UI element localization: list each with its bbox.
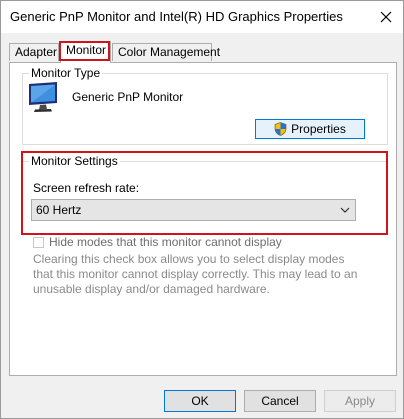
refresh-rate-select[interactable]: 60 Hertz xyxy=(31,199,356,221)
ok-button[interactable]: OK xyxy=(164,390,236,412)
apply-button[interactable]: Apply xyxy=(324,390,396,412)
monitor-settings-label: Monitor Settings xyxy=(29,154,120,168)
hide-modes-row: Hide modes that this monitor cannot disp… xyxy=(33,235,282,249)
title-bar: Generic PnP Monitor and Intel(R) HD Grap… xyxy=(1,1,403,33)
shield-icon xyxy=(274,122,287,136)
monitor-type-label: Monitor Type xyxy=(29,66,103,80)
monitor-settings-group: Monitor Settings xyxy=(22,154,388,234)
hide-modes-label: Hide modes that this monitor cannot disp… xyxy=(49,235,282,249)
refresh-rate-label: Screen refresh rate: xyxy=(33,181,140,195)
properties-dialog: Generic PnP Monitor and Intel(R) HD Grap… xyxy=(0,0,404,419)
hide-modes-checkbox[interactable] xyxy=(33,236,44,248)
properties-button[interactable]: Properties xyxy=(255,119,365,139)
close-icon xyxy=(380,11,392,23)
hide-modes-description: Clearing this check box allows you to se… xyxy=(33,252,358,296)
monitor-name: Generic PnP Monitor xyxy=(72,90,184,104)
refresh-rate-value: 60 Hertz xyxy=(36,203,82,217)
properties-button-label: Properties xyxy=(291,122,346,136)
window-title: Generic PnP Monitor and Intel(R) HD Grap… xyxy=(10,9,343,24)
cancel-button[interactable]: Cancel xyxy=(244,390,316,412)
tab-monitor[interactable]: Monitor xyxy=(60,41,111,63)
tab-strip: Adapter Monitor Color Management xyxy=(9,41,397,63)
tab-adapter[interactable]: Adapter xyxy=(9,43,59,61)
close-button[interactable] xyxy=(373,4,399,30)
chevron-down-icon xyxy=(340,207,350,213)
monitor-icon xyxy=(29,82,57,112)
tab-color-management[interactable]: Color Management xyxy=(112,43,220,61)
